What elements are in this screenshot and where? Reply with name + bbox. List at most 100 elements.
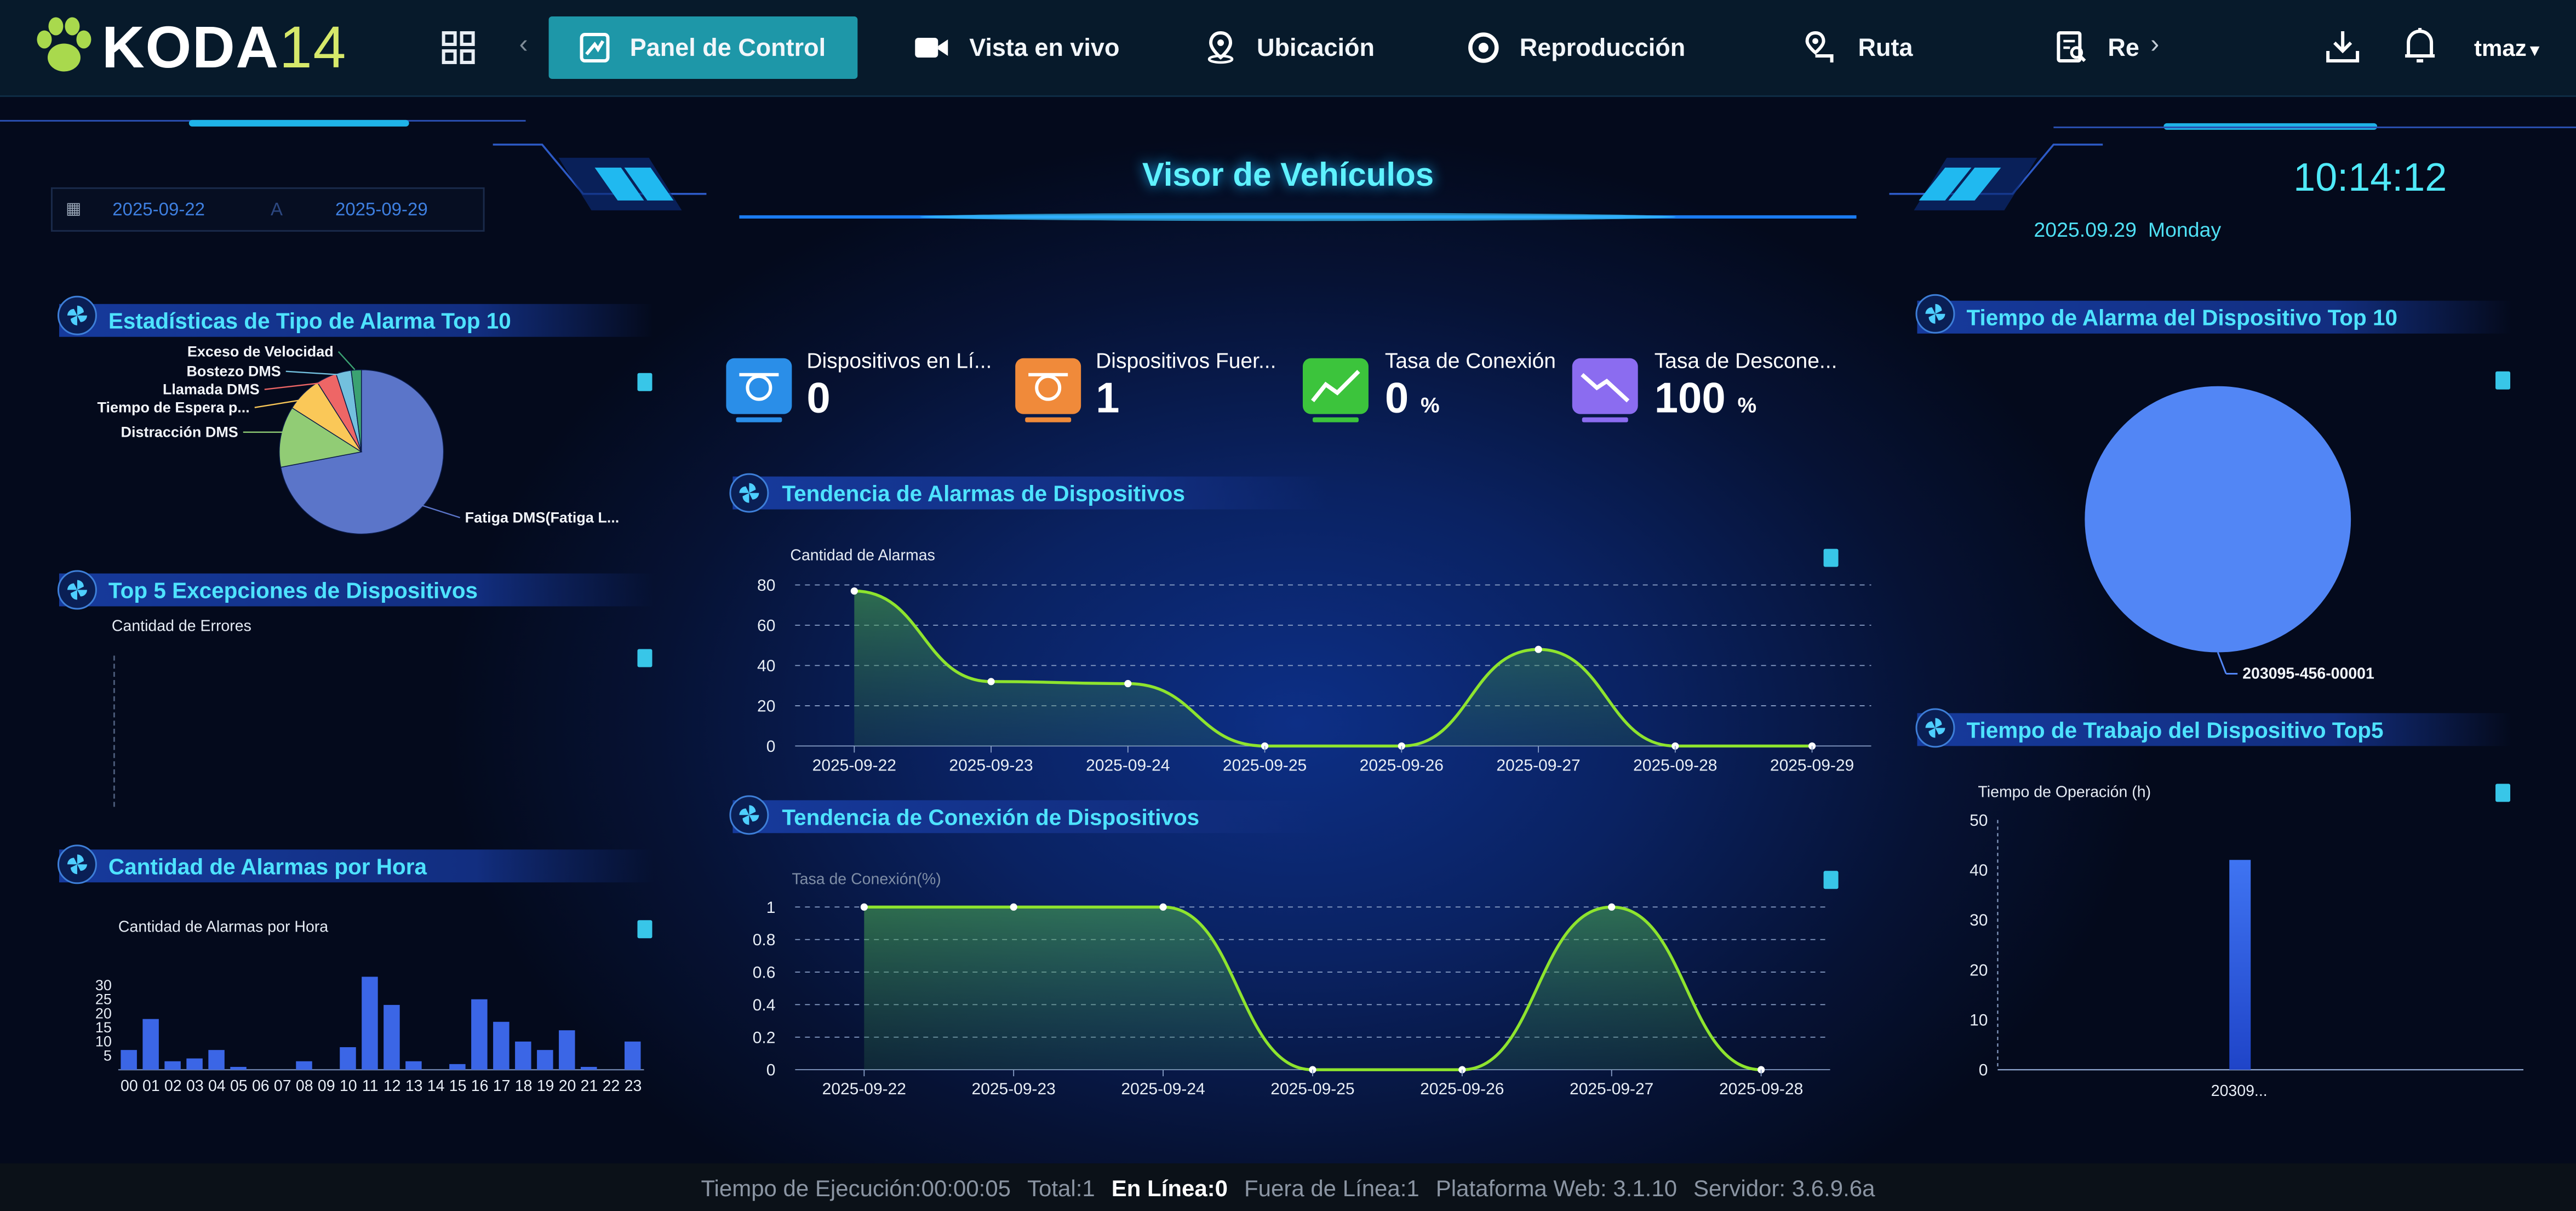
- axis-label-errors: Cantidad de Errores: [111, 618, 251, 636]
- clock: 10:14:12: [2293, 156, 2447, 201]
- nav-scroll-right-icon[interactable]: ›: [2150, 31, 2159, 61]
- nav-item-label: Panel de Control: [629, 33, 826, 62]
- y-tick-label: 20: [95, 1005, 112, 1021]
- pie-slices: 203095-456-00001: [2085, 386, 2374, 682]
- page-title: Visor de Vehículos: [1142, 157, 1434, 194]
- bar: [405, 1061, 422, 1070]
- nav-item-vista-en-vivo[interactable]: Vista en vivo: [913, 16, 1119, 79]
- bar: [121, 1050, 137, 1070]
- nav-scroll-left-icon[interactable]: ‹: [519, 31, 528, 61]
- y-tick-label: 1: [766, 899, 776, 917]
- x-tick-label: 06: [252, 1077, 270, 1095]
- x-tick-label: 20: [559, 1077, 576, 1095]
- export-doc-icon[interactable]: [637, 649, 652, 667]
- report-icon: [2057, 31, 2086, 62]
- x-tick-label: 2025-09-27: [1570, 1080, 1653, 1098]
- x-tick-label: 2025-09-24: [1121, 1080, 1205, 1098]
- empty-chart-axis: [113, 655, 117, 807]
- export-doc-icon[interactable]: [637, 920, 652, 939]
- panel-title-text: Tendencia de Conexión de Dispositivos: [782, 804, 1200, 829]
- date-to[interactable]: 2025-09-29: [335, 199, 428, 219]
- x-tick-label: 03: [186, 1077, 204, 1095]
- bar: [559, 1030, 575, 1070]
- x-tick-label: 2025-09-23: [972, 1080, 1056, 1098]
- stat-label: Tasa de Conexión: [1384, 348, 1556, 373]
- x-tick-label: 2025-09-26: [1360, 756, 1444, 774]
- panel-title-alarm-type: Estadísticas de Tipo de Alarma Top 10: [59, 304, 654, 337]
- x-tick-label: 2025-09-28: [1719, 1080, 1803, 1098]
- date-range-picker[interactable]: ▦ 2025-09-22 A 2025-09-29: [50, 187, 485, 232]
- pie-leader-line: [337, 351, 356, 370]
- date-from[interactable]: 2025-09-22: [112, 199, 205, 219]
- x-tick-label: 2025-09-22: [822, 1080, 906, 1098]
- y-tick-label: 30: [95, 977, 112, 993]
- axis-label-alarm-count: Cantidad de Alarmas: [790, 547, 935, 565]
- bell-icon[interactable]: [2400, 25, 2440, 76]
- panel-title-top5-exceptions: Top 5 Excepciones de Dispositivos: [59, 573, 654, 607]
- x-tick-label: 08: [296, 1077, 313, 1095]
- nav-item-reportes[interactable]: Re: [2055, 16, 2139, 79]
- x-tick-label: 18: [515, 1077, 533, 1095]
- pie-label: Bostezo DMS: [186, 363, 281, 380]
- y-tick-label: 0.8: [753, 931, 776, 949]
- bar: [164, 1061, 181, 1070]
- panel-title-alarm-trend: Tendencia de Alarmas de Dispositivos: [732, 476, 1327, 510]
- axis-label-alarms-per-hour: Cantidad de Alarmas por Hora: [118, 918, 329, 937]
- export-doc-icon[interactable]: [1823, 871, 1839, 889]
- y-tick-label: 0.4: [753, 996, 776, 1014]
- panel-title-text: Tiempo de Trabajo del Dispositivo Top5: [1966, 717, 2384, 742]
- fan-icon: [1915, 294, 1955, 334]
- x-tick-label: 2025-09-29: [1770, 756, 1854, 774]
- nav-item-panel-de-control[interactable]: Panel de Control: [548, 16, 858, 79]
- stat-value: 100 %: [1655, 373, 1756, 424]
- brand-logo[interactable]: KODA14: [102, 13, 347, 82]
- y-tick-label: 30: [1970, 911, 1988, 929]
- work-time-bar-chart: 0 10 20 30 40 50 20309...: [1970, 812, 2524, 1100]
- export-doc-icon[interactable]: [1823, 549, 1839, 567]
- x-tick-label: 2025-09-22: [812, 756, 896, 774]
- x-tick-label: 15: [449, 1077, 467, 1095]
- alarms-per-hour-bar-chart: 5101520253000 01 02 03 04 05 06 07 08 09 10 11 12 13 1…: [95, 976, 644, 1095]
- date-value: 2025.09.29: [2034, 218, 2137, 242]
- bar: [230, 1067, 247, 1070]
- pie-label: Exceso de Velocidad: [187, 344, 334, 360]
- nav-item-reproduccion[interactable]: Reproducción: [1467, 16, 1685, 79]
- apps-grid-icon[interactable]: [440, 30, 477, 74]
- stat-number: 0: [1384, 373, 1409, 422]
- pie-label: Fatiga DMS(Fatiga L...: [465, 510, 620, 526]
- nav-item-label: Re: [2108, 33, 2139, 62]
- panel-title-text: Top 5 Excepciones de Dispositivos: [108, 578, 478, 603]
- y-tick-label: 15: [95, 1019, 112, 1036]
- data-point: [860, 903, 868, 911]
- bar: [625, 1041, 641, 1070]
- route-icon: [1805, 31, 1834, 62]
- x-tick-label: 2025-09-27: [1496, 756, 1580, 774]
- user-menu[interactable]: tmaz▼: [2474, 35, 2543, 61]
- x-tick-label: 07: [274, 1077, 291, 1095]
- export-doc-icon[interactable]: [2495, 784, 2511, 802]
- y-tick-label: 20: [1970, 961, 1988, 979]
- panel-title-alarms-per-hour: Cantidad de Alarmas por Hora: [59, 849, 654, 883]
- nav-item-ruta[interactable]: Ruta: [1802, 16, 1913, 79]
- y-tick-label: 0: [1979, 1061, 1988, 1079]
- nav-item-ubicacion[interactable]: Ubicación: [1204, 16, 1375, 79]
- fan-icon: [1915, 708, 1955, 748]
- x-tick-label: 11: [362, 1077, 379, 1095]
- y-tick-label: 0.6: [753, 964, 776, 982]
- stats-row: Dispositivos en Lí... 0 Dispositivos Fue…: [723, 339, 1905, 437]
- header-accent-left: [188, 119, 409, 127]
- online-device-icon: [726, 358, 792, 422]
- export-doc-icon[interactable]: [2495, 371, 2511, 390]
- x-tick-label: 20309...: [2211, 1082, 2268, 1100]
- stat-offline: [1012, 355, 1087, 436]
- download-icon[interactable]: [2323, 26, 2362, 74]
- y-tick-label: 40: [757, 657, 775, 675]
- bar: [515, 1041, 531, 1070]
- panel-title-connection-trend: Tendencia de Conexión de Dispositivos: [732, 800, 1327, 833]
- calendar-icon: ▦: [65, 200, 82, 219]
- bar: [2229, 860, 2251, 1070]
- y-tick-label: 0: [766, 1061, 776, 1079]
- x-tick-label: 02: [164, 1077, 182, 1095]
- bar: [208, 1050, 225, 1070]
- y-tick-label: 25: [95, 991, 112, 1008]
